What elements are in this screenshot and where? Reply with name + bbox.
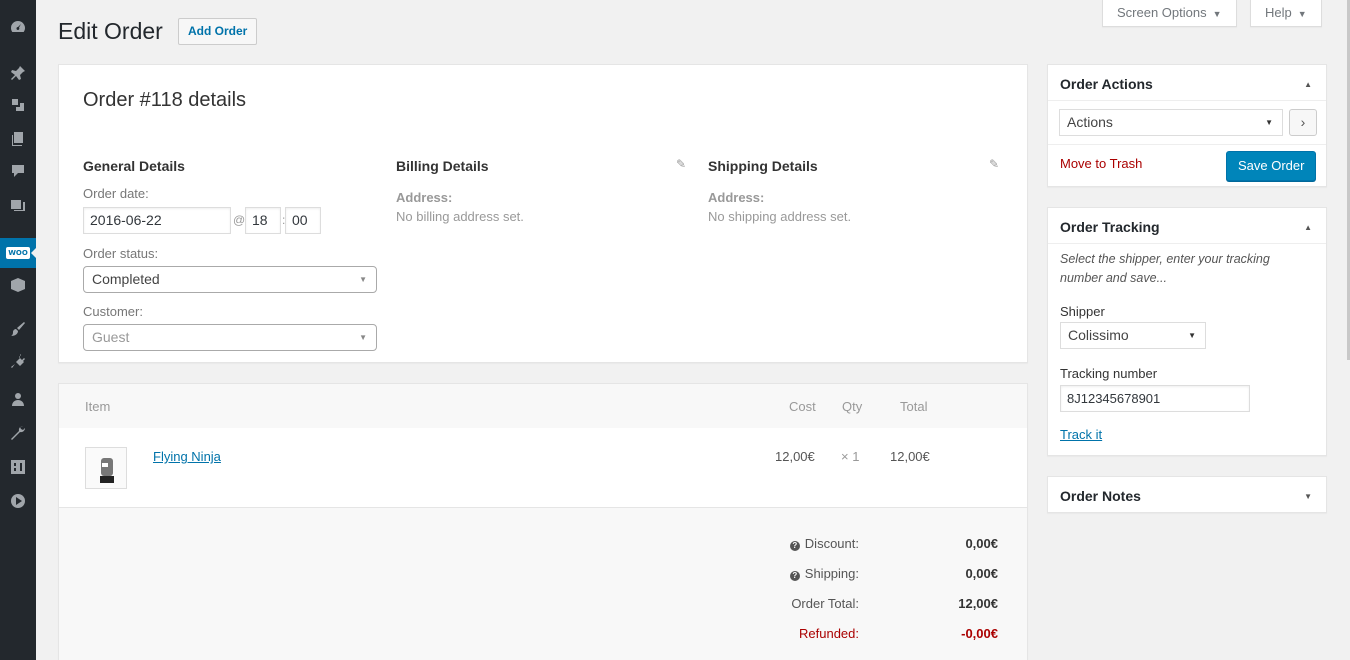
gallery-icon[interactable] — [0, 190, 36, 220]
help-label: Help — [1265, 5, 1292, 20]
item-qty: × 1 — [841, 449, 860, 464]
tracking-number-label: Tracking number — [1060, 366, 1158, 381]
order-hour-field[interactable]: 18 — [245, 207, 281, 234]
order-status-label: Order status: — [83, 246, 159, 261]
help-icon[interactable]: ? — [789, 541, 800, 551]
customer-label: Customer: — [83, 304, 143, 319]
cost-column-header: Cost — [789, 399, 816, 414]
shipper-label: Shipper — [1060, 304, 1105, 319]
discount-value: 0,00€ — [965, 536, 998, 551]
order-minute-field[interactable]: 00 — [285, 207, 321, 234]
dashboard-icon[interactable] — [0, 12, 36, 42]
order-date-label: Order date: — [83, 186, 149, 201]
settings-icon[interactable] — [0, 452, 36, 482]
shipping-label-text: Shipping: — [804, 566, 859, 581]
edit-billing-pencil-icon[interactable]: ✎ — [676, 157, 686, 171]
order-actions-box: Order Actions ▲ Actions ▼ › Move to Tras… — [1047, 64, 1327, 187]
order-actions-value: Actions — [1067, 114, 1113, 130]
item-column-header: Item — [85, 399, 111, 414]
order-tracking-box: Order Tracking ▲ Select the shipper, ent… — [1047, 207, 1327, 456]
divider — [1048, 243, 1326, 244]
refunded-value: -0,00€ — [961, 626, 998, 641]
help-icon[interactable]: ? — [789, 571, 800, 581]
qty-column-header: Qty — [842, 399, 863, 414]
items-table-header: Item Cost Qty Total — [59, 384, 1027, 428]
shipping-details-heading: Shipping Details — [708, 158, 818, 174]
chevron-down-icon: ▼ — [359, 333, 367, 342]
order-date-field[interactable]: 2016-06-22 — [83, 207, 231, 234]
shipper-value: Colissimo — [1068, 327, 1129, 343]
shipper-select[interactable]: Colissimo ▼ — [1060, 322, 1206, 349]
apply-action-button[interactable]: › — [1289, 109, 1317, 136]
general-details-heading: General Details — [83, 158, 185, 174]
shipping-value: 0,00€ — [965, 566, 998, 581]
screen-options-label: Screen Options — [1117, 5, 1207, 20]
customer-select[interactable]: Guest ▼ — [83, 324, 377, 351]
chevron-down-icon: ▼ — [359, 275, 367, 284]
product-link[interactable]: Flying Ninja — [153, 449, 221, 464]
order-status-select[interactable]: Completed ▼ — [83, 266, 377, 293]
billing-address-value: No billing address set. — [396, 209, 524, 224]
chevron-down-icon: ▼ — [1212, 9, 1222, 19]
play-icon[interactable] — [0, 486, 36, 516]
order-tracking-title: Order Tracking — [1060, 219, 1160, 235]
tracking-instructions: Select the shipper, enter your tracking … — [1060, 252, 1270, 285]
order-items-panel: Item Cost Qty Total Flying Ninja 12,00€ … — [58, 383, 1028, 660]
order-total-label: Order Total: — [791, 596, 859, 611]
page-title: Edit Order — [58, 18, 163, 44]
order-details-panel: Order #118 details General Details Order… — [58, 64, 1028, 363]
products-icon[interactable] — [0, 270, 36, 300]
woocommerce-icon[interactable]: WOO — [0, 238, 37, 268]
item-total: 12,00€ — [890, 449, 930, 464]
screen-options-button[interactable]: Screen Options ▼ — [1102, 0, 1237, 27]
refunded-label: Refunded: — [799, 626, 859, 641]
order-actions-title: Order Actions — [1060, 76, 1153, 92]
divider — [1048, 144, 1326, 145]
plugins-icon[interactable] — [0, 346, 36, 376]
save-order-button[interactable]: Save Order — [1226, 151, 1317, 181]
order-title: Order #118 details — [83, 89, 247, 111]
move-to-trash-link[interactable]: Move to Trash — [1060, 156, 1142, 171]
chevron-down-icon: ▼ — [1265, 118, 1273, 127]
edit-shipping-pencil-icon[interactable]: ✎ — [989, 157, 999, 171]
order-actions-select[interactable]: Actions ▼ — [1059, 109, 1283, 136]
order-totals: ? Discount: 0,00€ ? Shipping: 0,00€ Order … — [59, 508, 1027, 660]
media-icon[interactable] — [0, 90, 36, 120]
pin-icon[interactable] — [0, 58, 36, 88]
discount-label-text: Discount: — [804, 536, 859, 551]
appearance-icon[interactable] — [0, 314, 36, 344]
item-cost: 12,00€ — [775, 449, 815, 464]
chevron-down-icon: ▼ — [1297, 9, 1307, 19]
add-order-button[interactable]: Add Order — [178, 18, 258, 45]
comments-icon[interactable] — [0, 156, 36, 186]
product-thumbnail — [85, 447, 127, 489]
divider — [1048, 100, 1326, 101]
total-column-header: Total — [900, 399, 928, 414]
billing-address-label: Address: — [396, 190, 453, 205]
order-total-value: 12,00€ — [958, 596, 998, 611]
shipping-label: ? Shipping: — [789, 566, 859, 581]
at-separator: @ — [233, 213, 246, 227]
chevron-down-icon: ▼ — [1188, 331, 1196, 340]
customer-placeholder: Guest — [92, 329, 130, 345]
collapse-toggle-icon[interactable]: ▲ — [1304, 80, 1312, 89]
tracking-number-input[interactable]: 8J12345678901 — [1060, 385, 1250, 412]
order-status-value: Completed — [92, 271, 160, 287]
collapse-toggle-icon[interactable]: ▲ — [1304, 223, 1312, 232]
help-button[interactable]: Help ▼ — [1250, 0, 1322, 27]
track-it-link[interactable]: Track it — [1060, 427, 1102, 442]
billing-details-heading: Billing Details — [396, 158, 489, 174]
shipping-address-label: Address: — [708, 190, 765, 205]
discount-label: ? Discount: — [789, 536, 859, 551]
order-notes-box: Order Notes ▼ — [1047, 476, 1327, 513]
shipping-address-value: No shipping address set. — [708, 209, 852, 224]
order-notes-title: Order Notes — [1060, 488, 1141, 504]
tools-icon[interactable] — [0, 418, 36, 448]
expand-toggle-icon[interactable]: ▼ — [1304, 492, 1312, 501]
admin-sidebar: WOO — [0, 0, 37, 660]
users-icon[interactable] — [0, 384, 36, 414]
pages-icon[interactable] — [0, 124, 36, 154]
